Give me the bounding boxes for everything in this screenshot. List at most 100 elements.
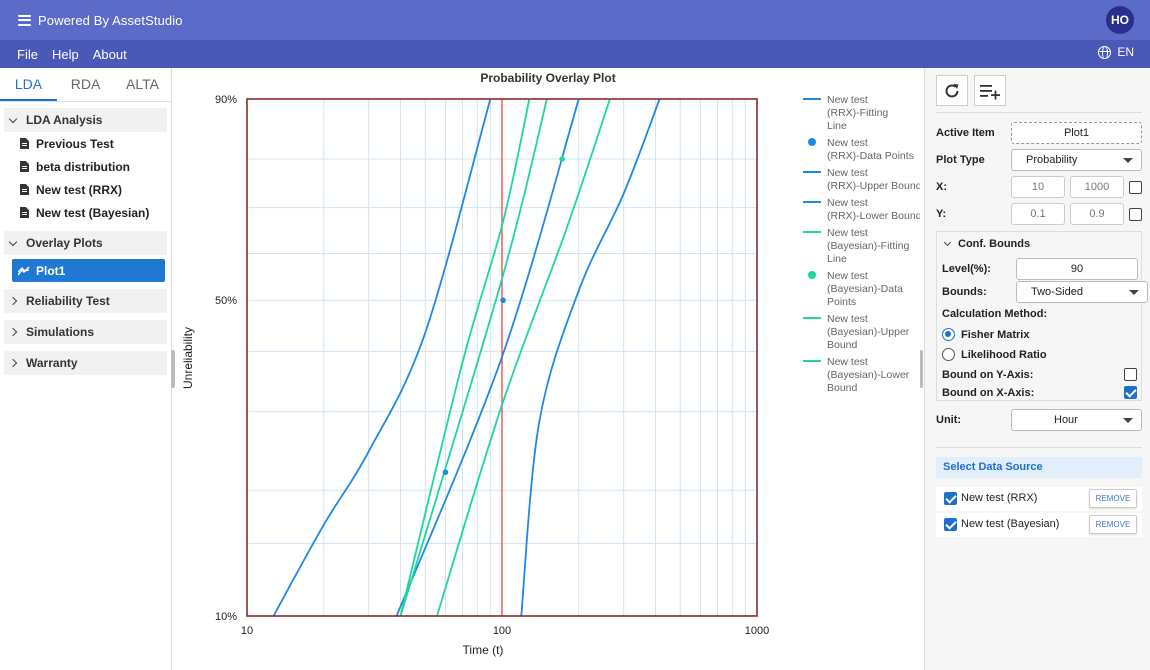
y-range-label: Y: xyxy=(936,208,947,220)
x-axis-label: Time (t) xyxy=(463,643,504,657)
x-tick-label: 1000 xyxy=(745,625,769,637)
chevron-down-icon xyxy=(943,238,952,247)
tree-item-new-test-rrx[interactable]: New test (RRX) xyxy=(4,178,167,201)
active-item-label: Active Item xyxy=(936,127,995,139)
data-source-name: New test (Bayesian) xyxy=(961,518,1060,530)
remove-data-source-button[interactable]: REMOVE xyxy=(1089,515,1137,534)
menu-about[interactable]: About xyxy=(93,47,127,62)
bounds-label: Bounds: xyxy=(942,286,987,298)
legend-swatch-point xyxy=(808,138,816,146)
globe-icon xyxy=(1098,45,1112,59)
likelihood-ratio-label: Likelihood Ratio xyxy=(961,349,1047,361)
chevron-right-icon xyxy=(8,327,18,337)
tree-item-previous-test[interactable]: Previous Test xyxy=(4,132,167,155)
hamburger-menu-icon[interactable] xyxy=(18,14,31,26)
menu-file[interactable]: File xyxy=(17,47,38,62)
legend-entry: New test (Bayesian)-Data Points xyxy=(827,270,903,308)
group-label: Reliability Test xyxy=(26,294,110,308)
tree-item-label: Previous Test xyxy=(36,136,114,151)
refresh-button[interactable] xyxy=(936,75,968,106)
group-warranty[interactable]: Warranty xyxy=(4,351,167,375)
group-lda-analysis[interactable]: LDA Analysis xyxy=(4,108,167,132)
tree-item-label: beta distribution xyxy=(36,159,130,174)
legend-entry: New test (Bayesian)-Upper Bound xyxy=(827,313,910,351)
chevron-down-icon xyxy=(1123,418,1133,423)
tree-item-plot1[interactable]: Plot1 xyxy=(12,259,165,282)
chevron-down-icon xyxy=(8,237,18,246)
series-line xyxy=(399,99,531,616)
tree-item-beta-distribution[interactable]: beta distribution xyxy=(4,155,167,178)
group-overlay-plots[interactable]: Overlay Plots xyxy=(4,231,167,255)
legend-entry: New test (RRX)-Lower Bound xyxy=(827,197,920,222)
plot-area: Probability Overlay Plot Time (t) Unreli… xyxy=(178,68,920,670)
divider xyxy=(936,447,1142,448)
series-line xyxy=(272,99,492,616)
series-line xyxy=(520,99,661,616)
active-item-value: Plot1 xyxy=(1011,122,1142,144)
data-source-checkbox[interactable] xyxy=(944,518,957,531)
data-point xyxy=(442,469,449,476)
add-data-source-button[interactable] xyxy=(974,75,1006,106)
x-max-input[interactable]: 1000 xyxy=(1070,176,1124,198)
data-source-row: New test (RRX) REMOVE xyxy=(936,487,1142,511)
bound-y-axis-label: Bound on Y-Axis: xyxy=(942,369,1034,381)
probability-plot: Probability Overlay Plot Time (t) Unreli… xyxy=(181,71,920,657)
bound-y-axis-checkbox[interactable] xyxy=(1124,368,1137,381)
unit-value: Hour xyxy=(1054,414,1078,426)
y-max-input[interactable]: 0.9 xyxy=(1070,203,1124,225)
group-reliability-test[interactable]: Reliability Test xyxy=(4,289,167,313)
menu-help[interactable]: Help xyxy=(52,47,79,62)
unit-select[interactable]: Hour xyxy=(1011,409,1142,431)
y-tick-label: 50% xyxy=(215,295,237,307)
language-selector[interactable]: EN xyxy=(1098,45,1134,59)
x-range-label: X: xyxy=(936,181,947,193)
file-icon xyxy=(20,184,29,195)
tree-item-new-test-bayesian[interactable]: New test (Bayesian) xyxy=(4,201,167,224)
data-point xyxy=(559,156,565,162)
series-group xyxy=(272,99,661,616)
refresh-icon xyxy=(945,83,959,97)
analysis-tree: LDA Analysis Previous Test beta distribu… xyxy=(0,102,171,375)
legend-entry: New test (RRX)-Data Points xyxy=(827,137,914,162)
conf-bounds-toggle[interactable]: Conf. Bounds xyxy=(943,238,1031,250)
bound-x-axis-checkbox[interactable] xyxy=(1124,386,1137,399)
level-input[interactable]: 90 xyxy=(1016,258,1138,280)
properties-panel: Active Item Plot1 Plot Type Probability … xyxy=(924,68,1150,670)
tab-rda[interactable]: RDA xyxy=(57,68,114,101)
tab-lda[interactable]: LDA xyxy=(0,68,57,101)
y-min-input[interactable]: 0.1 xyxy=(1011,203,1065,225)
x-range-checkbox[interactable] xyxy=(1129,181,1142,194)
chevron-down-icon xyxy=(8,114,18,123)
plot-type-select[interactable]: Probability xyxy=(1011,149,1142,171)
fisher-matrix-radio[interactable] xyxy=(942,328,955,341)
left-resize-handle[interactable] xyxy=(171,350,175,388)
legend-swatch-point xyxy=(808,271,816,279)
bounds-value: Two-Sided xyxy=(1031,286,1083,298)
remove-data-source-button[interactable]: REMOVE xyxy=(1089,489,1137,508)
tree-item-label: New test (Bayesian) xyxy=(36,205,150,220)
language-label: EN xyxy=(1117,45,1134,59)
chevron-right-icon xyxy=(8,296,18,306)
data-source-checkbox[interactable] xyxy=(944,492,957,505)
tab-alta[interactable]: ALTA xyxy=(114,68,171,101)
group-simulations[interactable]: Simulations xyxy=(4,320,167,344)
likelihood-ratio-radio[interactable] xyxy=(942,348,955,361)
bounds-select[interactable]: Two-Sided xyxy=(1016,281,1148,303)
group-label: LDA Analysis xyxy=(26,113,103,127)
x-min-input[interactable]: 10 xyxy=(1011,176,1065,198)
conf-bounds-section: Conf. Bounds Level(%): 90 Bounds: Two-Si… xyxy=(936,231,1148,401)
group-label: Overlay Plots xyxy=(26,236,103,250)
divider xyxy=(936,112,1142,113)
fisher-matrix-label: Fisher Matrix xyxy=(961,329,1030,341)
level-label: Level(%): xyxy=(942,263,991,275)
calc-method-label: Calculation Method: xyxy=(942,308,1048,320)
user-avatar[interactable]: HO xyxy=(1106,6,1134,34)
data-source-row: New test (Bayesian) REMOVE xyxy=(936,513,1142,537)
legend-entry: New test (Bayesian)-Lower Bound xyxy=(827,356,910,394)
conf-bounds-title: Conf. Bounds xyxy=(958,238,1031,250)
bound-x-axis-label: Bound on X-Axis: xyxy=(942,387,1035,399)
y-range-checkbox[interactable] xyxy=(1129,208,1142,221)
y-tick-label: 90% xyxy=(215,94,237,106)
y-axis-label: Unreliability xyxy=(181,327,195,389)
tree-item-label: New test (RRX) xyxy=(36,182,123,197)
